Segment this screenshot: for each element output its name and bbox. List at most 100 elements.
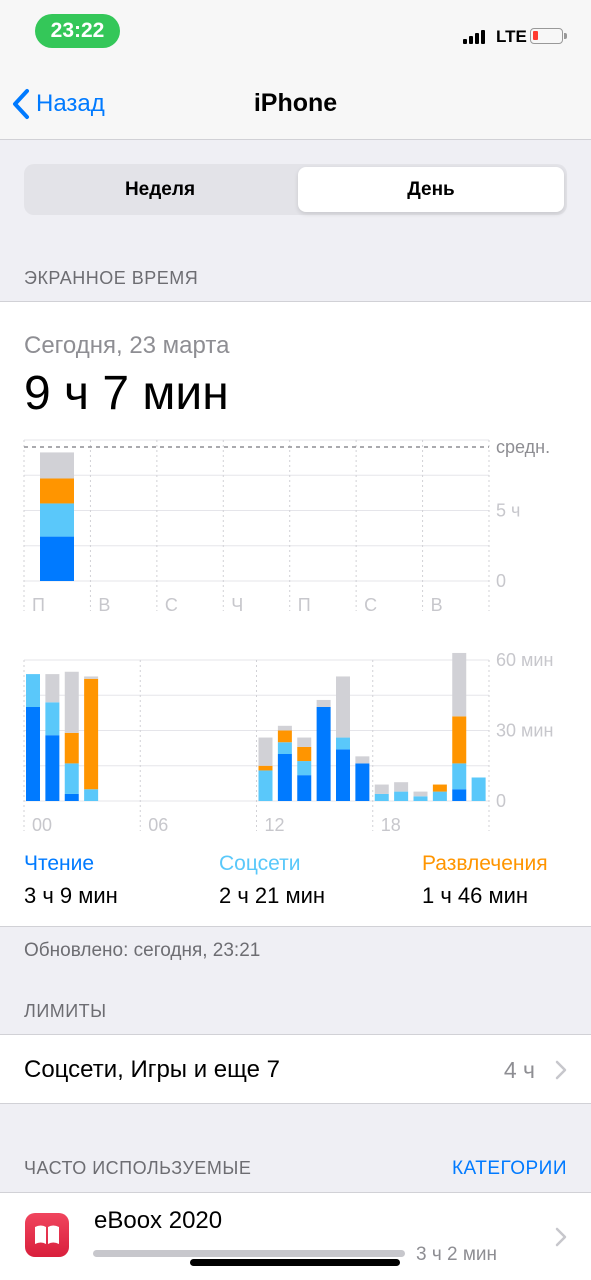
x-tick-label: 12	[265, 815, 285, 835]
y-tick-label: 0	[496, 791, 506, 811]
chart-bar	[336, 749, 350, 801]
chart-bar	[432, 784, 447, 792]
limit-label: Соцсети, Игры и еще 7	[24, 1056, 280, 1083]
x-tick-label: 00	[32, 815, 52, 835]
hourly-chart[interactable]: 60 мин30 мин000 06 12 18	[0, 650, 591, 840]
chart-bar	[413, 796, 428, 801]
chart-bar	[297, 775, 312, 801]
x-tick-label: П	[32, 595, 45, 615]
chart-bar	[452, 652, 467, 717]
segment-day[interactable]: День	[298, 167, 564, 212]
chart-bar	[45, 702, 60, 736]
x-tick-label: П	[298, 595, 311, 615]
status-bar: 23:22 LTE	[0, 0, 591, 60]
chart-bar	[45, 674, 60, 703]
category-entertainment-label: Развлечения	[422, 852, 548, 875]
average-label: средн.	[496, 437, 550, 457]
chart-bar	[258, 737, 273, 766]
category-reading-label: Чтение	[24, 852, 95, 875]
chart-bar	[374, 784, 389, 794]
chart-bar	[64, 732, 79, 764]
chart-bar	[394, 782, 409, 792]
chart-bar	[84, 678, 99, 790]
screen-time-header: ЭКРАННОЕ ВРЕМЯ	[24, 268, 199, 288]
chevron-right-icon	[555, 1227, 567, 1247]
y-tick-label: 5 ч	[496, 501, 520, 521]
chart-bar	[316, 699, 331, 707]
chart-bar	[277, 742, 292, 754]
app-usage-bar	[93, 1250, 405, 1257]
chart-bar	[297, 761, 312, 776]
category-reading-time: 3 ч 9 мин	[24, 883, 118, 908]
chart-bar	[40, 503, 74, 537]
limit-value: 4 ч	[503, 1057, 535, 1083]
chart-bar	[316, 707, 331, 801]
total-screen-time: 9 ч 7 мин	[24, 367, 229, 420]
network-label: LTE	[496, 27, 527, 46]
chart-bar	[258, 770, 273, 801]
x-tick-label: В	[431, 595, 443, 615]
chart-bar	[297, 737, 312, 747]
limit-row[interactable]: Соцсети, Игры и еще 7 4 ч	[0, 1034, 591, 1104]
signal-icon	[463, 28, 491, 44]
date-label: Сегодня, 23 марта	[24, 332, 230, 359]
chart-bar	[26, 674, 40, 707]
x-tick-label: 18	[381, 815, 401, 835]
chart-bar	[432, 791, 447, 801]
chart-bar	[45, 735, 60, 801]
chart-bar	[336, 737, 350, 750]
chart-bar	[277, 725, 292, 731]
chart-bar	[355, 756, 370, 764]
y-tick-label: 30 мин	[496, 721, 553, 741]
chart-bar	[64, 671, 79, 733]
app-name: eBoox 2020	[94, 1207, 223, 1234]
chart-bar	[355, 763, 370, 801]
y-tick-label: 0	[496, 571, 506, 591]
chart-bar	[297, 746, 312, 762]
y-tick-label: 60 мин	[496, 650, 553, 670]
chart-bar	[471, 777, 486, 801]
categories-button[interactable]: КАТЕГОРИИ	[452, 1158, 567, 1180]
period-segmented-control: Неделя День	[24, 164, 567, 215]
app-row-eboox[interactable]: eBoox 2020 3 ч 2 мин	[0, 1192, 591, 1280]
weekly-chart[interactable]: средн. 5 ч 0 П В С Ч П С В	[0, 430, 591, 620]
category-entertainment-time: 1 ч 46 мин	[422, 883, 529, 908]
chart-bar	[40, 452, 74, 479]
status-time[interactable]: 23:22	[35, 14, 120, 48]
chart-bar	[394, 791, 409, 801]
chart-bar	[452, 716, 467, 764]
book-icon	[25, 1213, 69, 1257]
chart-bar	[84, 676, 99, 679]
chart-bar	[277, 730, 292, 743]
chart-bar	[277, 754, 292, 801]
category-social-time: 2 ч 21 мин	[219, 883, 326, 908]
chart-bar	[64, 763, 79, 794]
chart-bar	[84, 789, 99, 801]
chart-bar	[374, 793, 389, 801]
limits-header: ЛИМИТЫ	[24, 1001, 107, 1021]
x-tick-label: С	[364, 595, 377, 615]
chart-bar	[413, 791, 428, 797]
chart-bar	[452, 763, 467, 790]
chart-bar	[64, 793, 79, 801]
home-indicator	[190, 1259, 400, 1266]
x-tick-label: Ч	[231, 595, 243, 615]
chart-bar	[40, 536, 74, 581]
chevron-right-icon	[555, 1060, 567, 1080]
chart-bar	[40, 478, 74, 504]
x-tick-label: С	[165, 595, 178, 615]
segment-week[interactable]: Неделя	[27, 167, 293, 212]
chart-bar	[452, 789, 467, 801]
x-tick-label: 06	[148, 815, 168, 835]
battery-icon	[530, 28, 567, 44]
chart-bar	[258, 765, 273, 771]
chart-bar	[336, 676, 350, 738]
navigation-bar: Назад iPhone	[0, 60, 591, 140]
x-tick-label: В	[98, 595, 110, 615]
chart-bar	[26, 707, 40, 801]
updated-label: Обновлено: сегодня, 23:21	[24, 940, 261, 961]
app-time: 3 ч 2 мин	[416, 1244, 498, 1265]
most-used-header: ЧАСТО ИСПОЛЬЗУЕМЫЕ	[24, 1158, 252, 1178]
category-social-label: Соцсети	[219, 852, 301, 875]
page-title: iPhone	[253, 89, 338, 117]
